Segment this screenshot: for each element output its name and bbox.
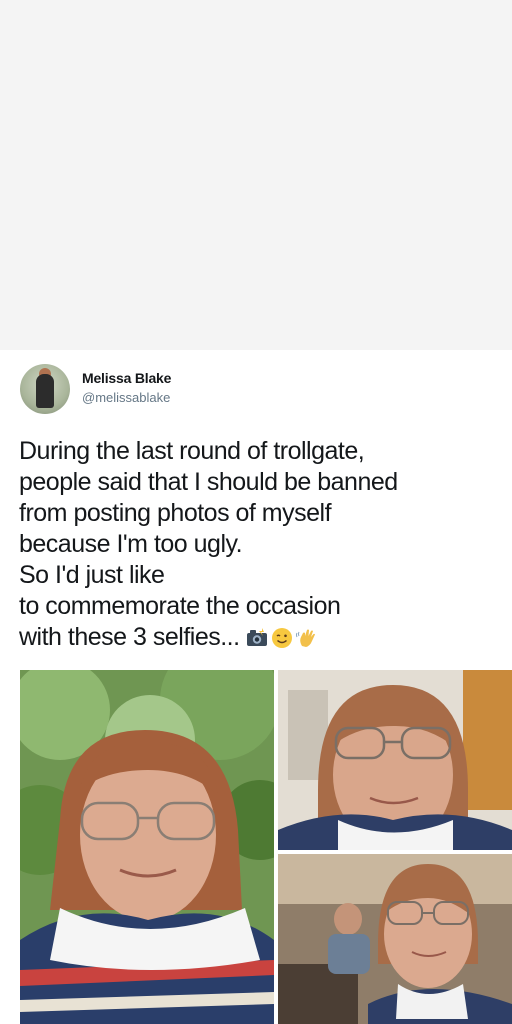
tweet-text-line: because I'm too ugly. [19,530,243,558]
selfie-photo-1-image [20,670,274,1024]
selfie-photo-3[interactable] [278,854,512,1024]
tweet-text-line: So I'd just like [19,561,165,589]
avatar[interactable] [20,364,70,414]
avatar-figure-shape [36,374,54,408]
selfie-photo-1[interactable] [20,670,274,1024]
selfie-photo-3-image [278,854,512,1024]
author-handle[interactable]: @melissablake [82,390,170,405]
author-name[interactable]: Melissa Blake [82,370,171,386]
waving-hand-icon [295,629,315,648]
selfie-photo-2[interactable] [278,670,512,850]
tweet-text: During the last round of trollgate, peop… [19,436,489,653]
tweet-text-line: people said that I should be banned [19,468,398,496]
tweet-text-line: with these 3 selfies... [19,623,240,651]
camera-with-flash-icon [246,628,267,647]
tweet-text-line: to commemorate the occasion [19,592,341,620]
selfie-photo-2-image [278,670,512,850]
tweet-card: Melissa Blake @melissablake During the l… [0,350,512,1024]
winking-face-icon [271,628,292,649]
tweet-text-line: During the last round of trollgate, [19,437,365,465]
tweet-text-line: from posting photos of myself [19,499,332,527]
emoji-row [246,627,318,649]
